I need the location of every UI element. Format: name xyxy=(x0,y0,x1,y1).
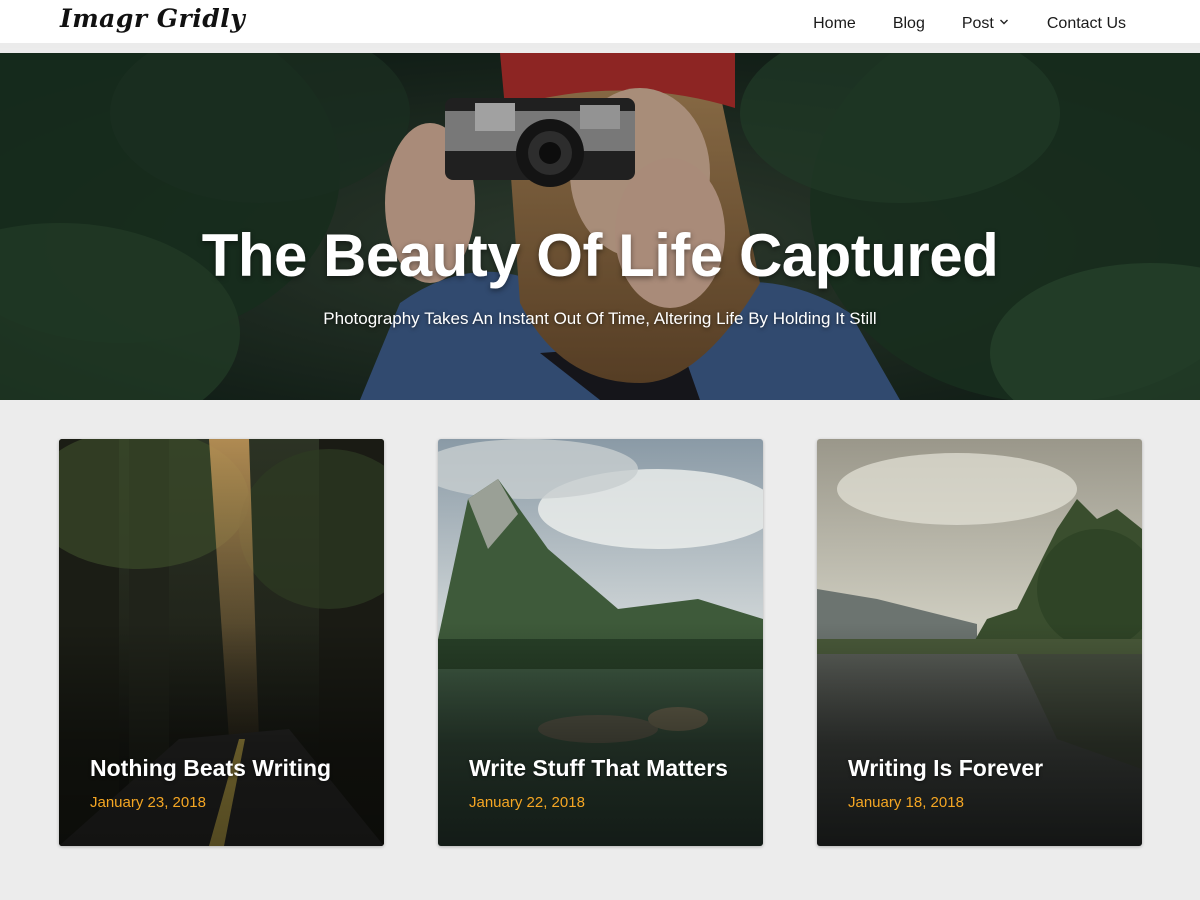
hero-subtitle: Photography Takes An Instant Out Of Time… xyxy=(323,309,877,328)
nav-item-label: Blog xyxy=(892,15,925,32)
nav-item-post[interactable]: Post xyxy=(962,15,1010,33)
main-nav: Home Blog Post Contact Us xyxy=(813,0,1126,48)
card-overlay xyxy=(817,439,1142,846)
post-card[interactable]: Writing Is Forever January 18, 2018 xyxy=(817,439,1142,846)
post-date: January 23, 2018 xyxy=(90,794,206,811)
nav-item-label: Contact Us xyxy=(1046,15,1126,32)
site-header: Imagr Gridly Home Blog Post Contact Us xyxy=(0,0,1200,48)
post-date: January 22, 2018 xyxy=(469,794,585,811)
post-card[interactable]: Write Stuff That Matters January 22, 201… xyxy=(438,439,763,846)
chevron-down-icon xyxy=(999,19,1008,25)
post-date: January 18, 2018 xyxy=(848,794,964,811)
post-title[interactable]: Writing Is Forever xyxy=(848,755,1043,782)
nav-item-contact[interactable]: Contact Us xyxy=(1047,15,1126,33)
post-title[interactable]: Nothing Beats Writing xyxy=(90,755,331,782)
hero-title: The Beauty Of Life Captured xyxy=(201,222,999,289)
hero-banner: The Beauty Of Life Captured Photography … xyxy=(0,53,1200,400)
card-overlay xyxy=(59,439,384,846)
post-card[interactable]: Nothing Beats Writing January 23, 2018 xyxy=(59,439,384,846)
nav-item-label: Post xyxy=(961,15,994,32)
nav-item-home[interactable]: Home xyxy=(813,15,856,33)
nav-item-blog[interactable]: Blog xyxy=(893,15,925,33)
card-overlay xyxy=(438,439,763,846)
post-title[interactable]: Write Stuff That Matters xyxy=(469,755,728,782)
nav-item-label: Home xyxy=(813,15,856,32)
site-logo[interactable]: Imagr Gridly xyxy=(60,4,245,33)
